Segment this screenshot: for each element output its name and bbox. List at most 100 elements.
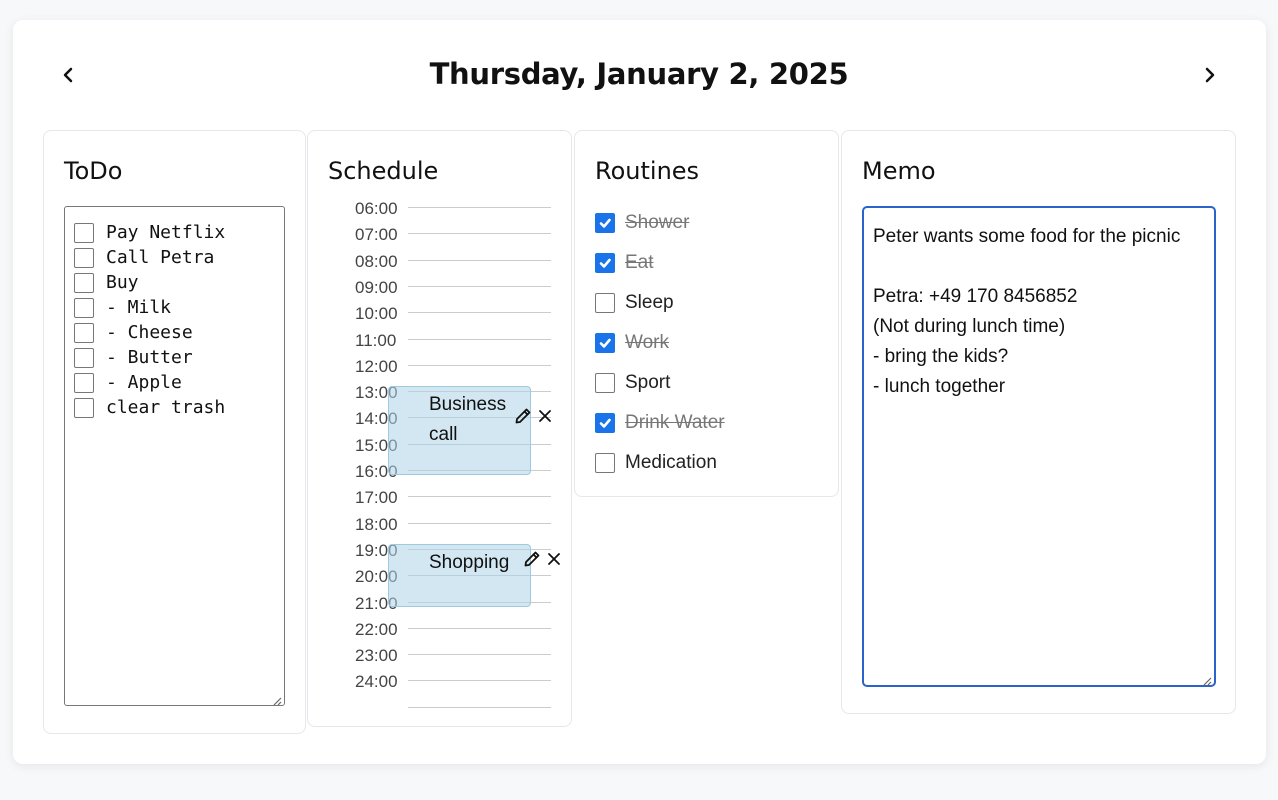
routine-item: Sleep [595,291,674,315]
todo-textarea[interactable]: Pay Netflix Call Petra Buy - Milk - Cheese - … [64,206,285,706]
memo-resize-handle-icon[interactable] [1202,673,1212,686]
todo-item: Call Petra [74,245,284,270]
schedule-hour-line[interactable] [408,312,551,314]
todo-checkbox[interactable] [74,347,94,368]
todo-checkbox[interactable] [74,247,94,268]
event-title: Business call [429,390,506,450]
todo-checkbox[interactable] [74,272,94,293]
todo-item-text: - Cheese [106,322,193,343]
todo-item-text: Pay Netflix [106,222,226,243]
todo-item: Buy [74,270,284,295]
schedule-hour-line[interactable] [408,654,551,656]
schedule-hour-line[interactable] [408,233,551,235]
schedule-time-label: 07:00 [355,225,398,245]
routine-item: Work [595,331,669,355]
pencil-icon[interactable] [514,407,532,425]
todo-checkbox[interactable] [74,372,94,393]
todo-item-text: - Apple [106,372,182,393]
schedule-hour-line[interactable] [408,706,551,708]
routine-item: Medication [595,451,717,475]
todo-title: ToDo [64,157,123,185]
close-icon[interactable] [536,407,554,425]
routine-checkbox[interactable] [595,453,615,473]
check-icon [599,258,611,268]
schedule-hour-line[interactable] [408,338,551,340]
event-actions [523,550,563,568]
schedule-time-label: 24:00 [355,672,398,692]
schedule-hour-line[interactable] [408,364,551,366]
schedule-time-label: 17:00 [355,488,398,508]
schedule-hour-line[interactable] [408,496,551,498]
schedule-hour-line[interactable] [408,285,551,287]
schedule-time-label: 18:00 [355,514,398,534]
memo-textarea[interactable]: Peter wants some food for the picnic Pet… [862,206,1216,687]
schedule-hour-line[interactable] [408,207,551,208]
todo-item-text: - Milk [106,297,172,318]
routine-item: Sport [595,371,670,395]
routine-label: Work [625,332,669,353]
routine-checkbox[interactable] [595,373,615,393]
routine-item: Drink Water [595,411,725,435]
event-title-line: call [429,424,458,446]
todo-checkbox[interactable] [74,322,94,343]
routine-label: Shower [625,212,690,233]
routine-label: Drink Water [625,412,725,433]
schedule-time-label: 08:00 [355,251,398,271]
schedule-hour-line[interactable] [408,627,551,629]
schedule-time-label: 12:00 [355,356,398,376]
schedule-event[interactable]: Shopping [388,543,560,607]
todo-checkbox[interactable] [74,222,94,243]
event-actions [514,407,554,425]
close-icon[interactable] [545,550,563,568]
schedule-time-label: 06:00 [355,199,398,218]
routine-checkbox[interactable] [595,253,615,273]
schedule-time-label: 22:00 [355,619,398,639]
chevron-right-icon [1205,67,1215,83]
schedule-hour-line[interactable] [408,522,551,524]
routines-panel: Routines Shower Eat Sleep Work Sport Drink Wa… [574,130,839,497]
schedule-time-label: 11:00 [355,330,397,350]
todo-item-text: - Butter [106,347,193,368]
todo-checkbox[interactable] [74,397,94,418]
routine-checkbox[interactable] [595,413,615,433]
routine-checkbox[interactable] [595,293,615,313]
check-icon [599,218,611,228]
routine-item: Shower [595,211,689,235]
routine-label: Eat [625,252,654,273]
check-icon [599,418,611,428]
routines-title: Routines [595,157,700,185]
memo-panel: Memo Peter wants some food for the picni… [841,130,1236,714]
todo-item: Pay Netflix [74,220,284,245]
event-title: Shopping [429,551,510,573]
todo-checkbox[interactable] [74,297,94,318]
resize-handle-icon[interactable] [272,693,282,706]
todo-item-text: Call Petra [106,247,215,268]
schedule-hour-line[interactable] [408,680,551,682]
todo-item: - Butter [74,345,284,370]
routine-checkbox[interactable] [595,333,615,353]
schedule-panel: Schedule 06:00 07:00 08:00 09:00 10:00 11:00 1… [307,130,572,727]
schedule-time-label: 23:00 [355,646,398,666]
routine-label: Sleep [625,292,674,313]
todo-item-text: clear trash [106,397,226,418]
todo-item: - Apple [74,370,284,395]
schedule-event[interactable]: Business call [388,386,551,476]
routine-label: Medication [625,452,717,473]
routine-item: Eat [595,251,654,275]
todo-panel: ToDo Pay Netflix Call Petra Buy - Milk - Che… [43,130,306,734]
pencil-icon[interactable] [523,550,541,568]
schedule-title: Schedule [328,157,439,185]
schedule-hour-line[interactable] [408,259,551,261]
routine-label: Sport [625,372,671,393]
schedule-time-label: 10:00 [355,304,398,324]
memo-title: Memo [862,157,936,185]
todo-item: clear trash [74,395,284,420]
todo-item-text: Buy [106,272,139,293]
schedule-time-label: 09:00 [355,277,398,297]
todo-item: - Cheese [74,320,284,345]
next-day-button[interactable] [1197,62,1223,88]
routine-checkbox[interactable] [595,213,615,233]
todo-item: - Milk [74,295,284,320]
check-icon [599,338,611,348]
date-title: Thursday, January 2, 2025 [429,57,849,91]
